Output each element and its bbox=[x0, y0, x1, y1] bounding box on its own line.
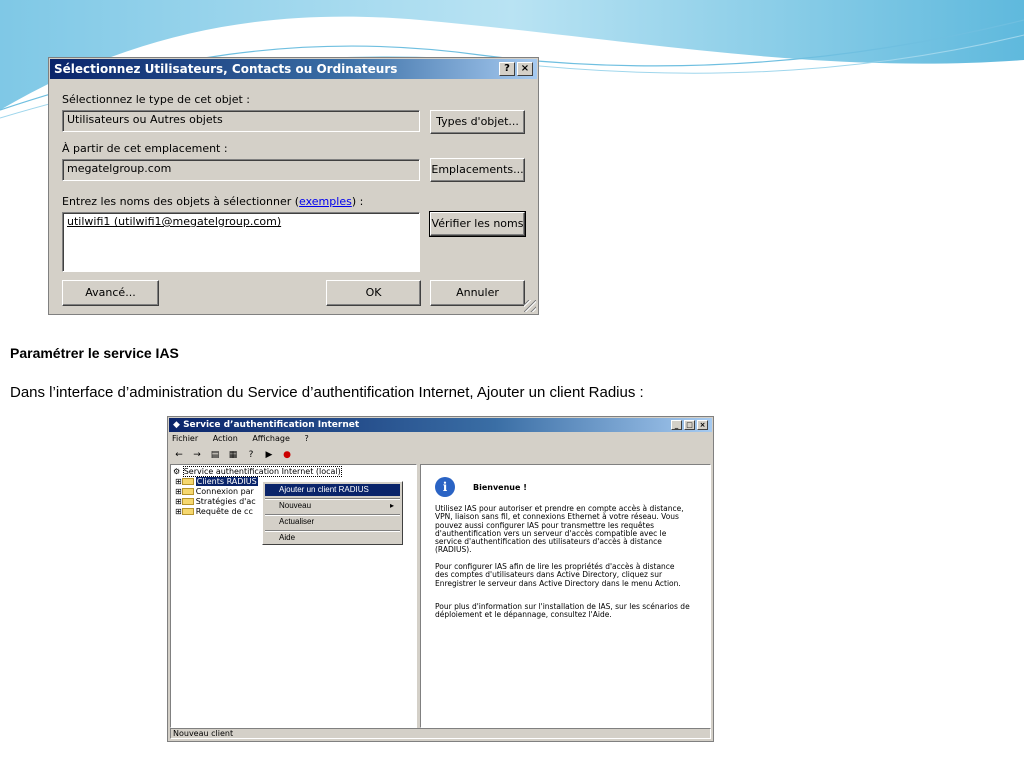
locations-button[interactable]: Emplacements... bbox=[430, 158, 525, 182]
instruction-paragraph: Dans l’interface d’administration du Ser… bbox=[10, 384, 644, 401]
folder-icon bbox=[181, 488, 194, 495]
cancel-button[interactable]: Annuler bbox=[430, 280, 525, 306]
ias-toolbar: ← → ▤ ▦ ? ▶ ● bbox=[172, 448, 294, 462]
start-service-icon[interactable]: ▶ bbox=[262, 449, 276, 461]
dialog-titlebar: Sélectionnez Utilisateurs, Contacts ou O… bbox=[50, 59, 537, 79]
select-users-dialog: Sélectionnez Utilisateurs, Contacts ou O… bbox=[48, 57, 539, 315]
examples-link[interactable]: exemples bbox=[299, 195, 352, 208]
tree-item-label: Requête de cc bbox=[195, 507, 253, 516]
tree-item-connexion[interactable]: ⊞ Connexion par bbox=[175, 487, 254, 496]
object-names-label-suffix: ) : bbox=[351, 195, 364, 208]
expand-icon: ⊞ bbox=[175, 477, 182, 486]
ctx-add-radius-client[interactable]: Ajouter un client RADIUS bbox=[265, 484, 400, 496]
object-names-label-text: Entrez les noms des objets à sélectionne… bbox=[62, 195, 300, 208]
ias-app-icon: ◆ bbox=[173, 420, 184, 430]
status-bar: Nouveau client bbox=[170, 728, 711, 739]
tree-item-clients-radius[interactable]: ⊞ Clients RADIUS bbox=[175, 477, 258, 486]
close-icon[interactable]: × bbox=[517, 62, 533, 76]
folder-icon bbox=[181, 478, 194, 485]
server-icon: ⚙ bbox=[173, 467, 181, 476]
advanced-button[interactable]: Avancé... bbox=[62, 280, 159, 306]
ctx-new-label: Nouveau bbox=[279, 501, 312, 510]
ias-window: ◆ Service d’authentification Internet _ … bbox=[167, 416, 714, 742]
menu-action[interactable]: Action bbox=[213, 434, 238, 443]
folder-icon bbox=[181, 498, 194, 505]
expand-icon: ⊞ bbox=[175, 497, 182, 506]
section-heading: Paramétrer le service IAS bbox=[10, 345, 179, 361]
maximize-icon[interactable]: □ bbox=[684, 420, 695, 430]
ias-titlebar: ◆ Service d’authentification Internet _ … bbox=[169, 418, 712, 432]
ias-menubar: Fichier Action Affichage ? bbox=[172, 434, 321, 446]
tree-root-label: Service authentification Internet (local… bbox=[182, 466, 342, 477]
object-types-button[interactable]: Types d'objet... bbox=[430, 110, 525, 134]
tree-item-label: Stratégies d'ac bbox=[195, 497, 256, 506]
submenu-arrow-icon: ▸ bbox=[389, 501, 394, 510]
stop-service-icon[interactable]: ● bbox=[280, 449, 294, 461]
folder-icon bbox=[181, 508, 194, 515]
tree-root[interactable]: ⚙ Service authentification Internet (loc… bbox=[173, 466, 342, 477]
properties-icon[interactable]: ▦ bbox=[226, 449, 240, 461]
tree-item-strategies[interactable]: ⊞ Stratégies d'ac bbox=[175, 497, 256, 506]
menu-affichage[interactable]: Affichage bbox=[252, 434, 290, 443]
context-menu: Ajouter un client RADIUS Nouveau ▸ Actua… bbox=[262, 481, 403, 545]
info-icon: i bbox=[435, 477, 455, 497]
welcome-paragraph-3: Pour plus d'information sur l'installati… bbox=[435, 602, 690, 620]
menu-help[interactable]: ? bbox=[304, 434, 308, 443]
tree-item-label: Connexion par bbox=[195, 487, 254, 496]
location-label: À partir de cet emplacement : bbox=[62, 142, 228, 155]
welcome-paragraph-2: Pour configurer IAS afin de lire les pro… bbox=[435, 562, 681, 588]
ctx-help[interactable]: Aide bbox=[265, 532, 400, 544]
dialog-title: Sélectionnez Utilisateurs, Contacts ou O… bbox=[54, 62, 398, 76]
object-type-label: Sélectionnez le type de cet objet : bbox=[62, 93, 251, 106]
forward-arrow-icon[interactable]: → bbox=[190, 449, 204, 461]
info-pane: i Bienvenue ! Utilisez IAS pour autorise… bbox=[420, 464, 711, 728]
ok-button[interactable]: OK bbox=[326, 280, 421, 306]
tree-item-requete[interactable]: ⊞ Requête de cc bbox=[175, 507, 253, 516]
tree-item-label: Clients RADIUS bbox=[195, 477, 258, 486]
welcome-title: Bienvenue ! bbox=[473, 483, 527, 492]
status-text: Nouveau client bbox=[173, 729, 234, 738]
back-arrow-icon[interactable]: ← bbox=[172, 449, 186, 461]
object-names-value: utilwifi1 (utilwifi1@megatelgroup.com) bbox=[67, 215, 282, 228]
object-type-field: Utilisateurs ou Autres objets bbox=[62, 110, 420, 132]
ctx-refresh[interactable]: Actualiser bbox=[265, 516, 400, 528]
ias-title: Service d’authentification Internet bbox=[183, 420, 360, 430]
resize-grip-icon[interactable] bbox=[524, 300, 536, 312]
help-button[interactable]: ? bbox=[499, 62, 515, 76]
menu-fichier[interactable]: Fichier bbox=[172, 434, 198, 443]
object-names-input[interactable]: utilwifi1 (utilwifi1@megatelgroup.com) bbox=[62, 212, 420, 272]
show-tree-icon[interactable]: ▤ bbox=[208, 449, 222, 461]
expand-icon: ⊞ bbox=[175, 507, 182, 516]
expand-icon: ⊞ bbox=[175, 487, 182, 496]
close-icon[interactable]: × bbox=[697, 420, 708, 430]
location-field: megatelgroup.com bbox=[62, 159, 420, 181]
welcome-paragraph-1: Utilisez IAS pour autoriser et prendre e… bbox=[435, 504, 684, 555]
help-icon[interactable]: ? bbox=[244, 449, 258, 461]
check-names-button[interactable]: Vérifier les noms bbox=[429, 211, 526, 237]
minimize-icon[interactable]: _ bbox=[671, 420, 682, 430]
object-names-label: Entrez les noms des objets à sélectionne… bbox=[62, 195, 363, 208]
ctx-new[interactable]: Nouveau ▸ bbox=[265, 500, 400, 512]
